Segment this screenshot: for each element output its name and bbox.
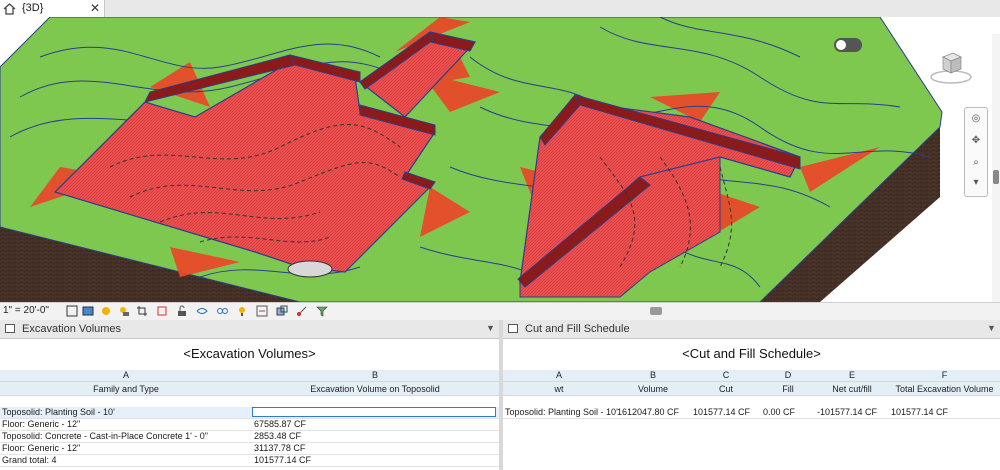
- toposolid-model: [0, 17, 943, 302]
- panel-dropdown-icon[interactable]: ▼: [486, 323, 495, 333]
- column-header-net-cut-fill[interactable]: Net cut/fill: [815, 384, 889, 394]
- cell-cut: 101577.14 CF: [693, 407, 751, 417]
- schedule-title: <Cut and Fill Schedule>: [682, 346, 821, 361]
- column-letter-a[interactable]: A: [503, 370, 615, 380]
- worksharing-icon[interactable]: [276, 305, 288, 317]
- home-icon: [3, 3, 16, 15]
- cell-volume: 2853.48 CF: [254, 431, 302, 441]
- column-header-excavation-volume[interactable]: Excavation Volume on Toposolid: [252, 384, 498, 394]
- temporary-hide-icon[interactable]: [196, 305, 208, 317]
- cell-wt: Toposolid: Planting Soil - 10': [505, 407, 618, 417]
- cut-fill-panel-header[interactable]: Cut and Fill Schedule ▼: [503, 320, 1000, 339]
- column-header-family-type[interactable]: Family and Type: [0, 384, 252, 394]
- cell-volume: 67585.87 CF: [254, 419, 307, 429]
- edit-cell[interactable]: [252, 407, 496, 417]
- crop-icon[interactable]: [136, 305, 148, 317]
- navbar-menu-icon[interactable]: ▾: [969, 176, 983, 190]
- cell-volume: 31137.78 CF: [254, 443, 306, 453]
- column-header-fill[interactable]: Fill: [761, 384, 815, 394]
- view-tab-title: {3D}: [22, 2, 44, 14]
- column-letter-d[interactable]: D: [761, 370, 815, 380]
- cell-family-type: Toposolid: Planting Soil - 10': [2, 407, 115, 417]
- excavation-volumes-schedule: <Excavation Volumes> A B Family and Type…: [0, 339, 499, 470]
- panel-dropdown-icon[interactable]: ▼: [987, 323, 996, 333]
- navigation-bar: ◎ ✥ ⌕ ▾: [964, 107, 988, 197]
- panel-title: Cut and Fill Schedule: [525, 323, 630, 335]
- panel-title: Excavation Volumes: [22, 323, 122, 335]
- schedule-icon: [5, 324, 15, 333]
- table-row[interactable]: Toposolid: Planting Soil - 10' 1612047.8…: [503, 407, 1000, 419]
- cell-total-excavation: 101577.14 CF: [891, 407, 949, 417]
- cell-volume: 1612047.80 CF: [617, 407, 680, 417]
- reveal-hidden-icon[interactable]: [216, 305, 228, 317]
- toggle-icon[interactable]: [834, 38, 862, 52]
- table-row[interactable]: Toposolid: Concrete - Cast-in-Place Conc…: [0, 431, 499, 443]
- sun-path-icon[interactable]: [100, 305, 112, 317]
- cell-grand-total-volume: 101577.14 CF: [254, 455, 312, 465]
- cell-grand-total-label: Grand total: 4: [2, 455, 57, 465]
- column-letter-b[interactable]: B: [252, 370, 498, 380]
- vertical-scrollbar[interactable]: [992, 34, 1000, 302]
- view-tab-3d[interactable]: {3D} ✕: [0, 0, 105, 17]
- cut-fill-schedule: <Cut and Fill Schedule> A B C D E F wt V…: [503, 339, 1000, 470]
- column-headers-row: wt Volume Cut Fill Net cut/fill Total Ex…: [503, 382, 1000, 396]
- pan-icon[interactable]: ✥: [969, 134, 983, 148]
- steering-wheel-icon[interactable]: ◎: [969, 112, 983, 126]
- visual-style-icon[interactable]: [82, 305, 94, 317]
- excavation-volumes-panel-header[interactable]: Excavation Volumes ▼: [0, 320, 499, 339]
- column-headers-row: Family and Type Excavation Volume on Top…: [0, 382, 499, 396]
- cell-family-type: Toposolid: Concrete - Cast-in-Place Conc…: [2, 431, 209, 441]
- view-scale[interactable]: 1" = 20'-0": [3, 305, 49, 316]
- column-letter-e[interactable]: E: [815, 370, 889, 380]
- column-letter-c[interactable]: C: [691, 370, 761, 380]
- unlock-icon[interactable]: [176, 305, 188, 317]
- zoom-icon[interactable]: ⌕: [969, 156, 983, 170]
- schedule-title: <Excavation Volumes>: [183, 346, 316, 361]
- column-letters-row: A B: [0, 370, 499, 382]
- view-filter-icon[interactable]: [316, 305, 328, 317]
- column-letters-row: A B C D E F: [503, 370, 1000, 382]
- table-row[interactable]: Toposolid: Planting Soil - 10': [0, 407, 499, 419]
- show-crop-icon[interactable]: [156, 305, 168, 317]
- column-header-cut[interactable]: Cut: [691, 384, 761, 394]
- cell-net-cut-fill: -101577.14 CF: [817, 407, 878, 417]
- column-letter-f[interactable]: F: [889, 370, 1000, 380]
- close-icon[interactable]: ✕: [90, 1, 100, 15]
- shadows-icon[interactable]: [118, 305, 130, 317]
- grand-total-row[interactable]: Grand total: 4 101577.14 CF: [0, 455, 499, 467]
- column-letter-a[interactable]: A: [0, 370, 252, 380]
- column-header-volume[interactable]: Volume: [615, 384, 691, 394]
- view-tab-bar: {3D} ✕: [0, 0, 1000, 18]
- column-header-total-excavation[interactable]: Total Excavation Volume: [889, 384, 1000, 394]
- column-header-wt[interactable]: wt: [503, 384, 615, 394]
- analytical-icon[interactable]: [236, 305, 248, 317]
- 3d-viewport[interactable]: ◎ ✥ ⌕ ▾: [0, 17, 1000, 302]
- cell-family-type: Floor: Generic - 12": [2, 419, 81, 429]
- horizontal-scroll-thumb[interactable]: [650, 307, 662, 315]
- white-opening: [287, 260, 333, 278]
- constraints-icon[interactable]: [296, 305, 308, 317]
- cell-fill: 0.00 CF: [763, 407, 796, 417]
- column-letter-b[interactable]: B: [615, 370, 691, 380]
- table-row[interactable]: Floor: Generic - 12" 67585.87 CF: [0, 419, 499, 431]
- highlight-icon[interactable]: [256, 305, 268, 317]
- table-row[interactable]: Floor: Generic - 12" 31137.78 CF: [0, 443, 499, 455]
- viewcube-icon[interactable]: [926, 39, 976, 89]
- detail-level-icon[interactable]: [66, 305, 78, 317]
- scroll-thumb[interactable]: [993, 170, 999, 184]
- view-control-bar: 1" = 20'-0": [0, 302, 1000, 321]
- schedule-icon: [508, 324, 518, 333]
- cell-family-type: Floor: Generic - 12": [2, 443, 81, 453]
